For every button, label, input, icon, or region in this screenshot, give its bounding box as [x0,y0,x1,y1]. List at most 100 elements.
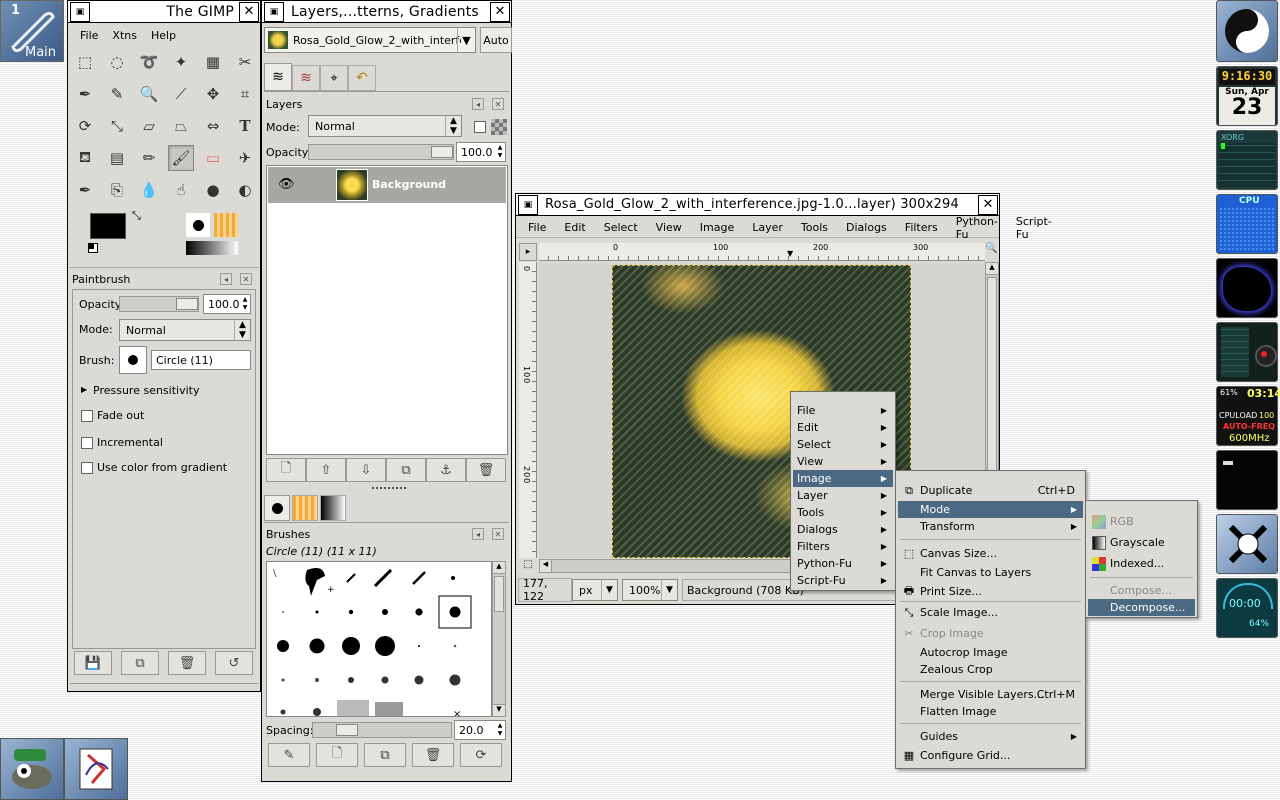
fuzzy-select-tool-icon[interactable]: ✦ [168,49,194,75]
scale-image-item[interactable]: ⤡ Scale Image... [898,604,1083,621]
merge-visible-item[interactable]: Merge Visible Layers... Ctrl+M [898,686,1083,703]
menu-image[interactable]: Image [688,221,740,234]
context-menu-file[interactable]: File ▶ [793,402,893,419]
canvas-size-item[interactable]: ⬚ Canvas Size... [898,545,1083,562]
panel-menu-icon[interactable]: ◂ [472,98,484,110]
pattern-preview[interactable] [214,213,238,237]
layer-mode-select[interactable]: Normal ▲ ▼ [308,115,462,137]
window-menu-icon[interactable]: ▣ [518,194,538,215]
scale-tool-icon[interactable]: ⤡ [104,113,130,139]
convolve-tool-icon[interactable]: 💧 [136,177,162,203]
context-menu-layer[interactable]: Layer ▶ [793,487,893,504]
context-menu-filters[interactable]: Filters ▶ [793,538,893,555]
opacity-slider[interactable] [119,296,199,312]
spacing-spinbox[interactable]: 20.0 ▲ ▼ [454,720,506,740]
print-size-item[interactable]: 🖶 Print Size... [898,583,1083,600]
gradient-preview[interactable] [186,241,238,255]
expander-arrow-icon[interactable]: ▶ [81,385,87,394]
delete-layer-button[interactable]: 🗑 [466,458,506,482]
menu-dialogs[interactable]: Dialogs [834,221,893,234]
autocrop-item[interactable]: Autocrop Image [898,644,1083,661]
reset-options-button[interactable]: ↺ [215,651,253,675]
image-titlebar[interactable]: ▣ Rosa_Gold_Glow_2_with_interference.jpg… [516,194,999,216]
panel-menu-icon[interactable]: ◂ [220,273,232,285]
use-gradient-checkbox[interactable] [81,462,93,474]
mode-item[interactable]: Mode ▶ [898,501,1083,518]
new-layer-button[interactable]: 🗋 [266,458,306,482]
menu-python-fu[interactable]: Python-Fu [944,215,1004,241]
refresh-brushes-button[interactable]: ⟳ [460,743,502,767]
fit-canvas-item[interactable]: Fit Canvas to Layers [898,564,1083,581]
brush-scrollbar[interactable]: ▲ ▼ [492,561,506,717]
unit-select[interactable]: px ▼ [572,579,618,601]
ellipse-select-tool-icon[interactable]: ◌ [104,49,130,75]
horizontal-ruler[interactable]: 0 100 200 300 ▼ [539,243,985,261]
rect-select-tool-icon[interactable]: ⬚ [72,49,98,75]
eraser-tool-icon[interactable]: ▭ [200,145,226,171]
layer-opacity-spinbox[interactable]: 100.0 ▲ ▼ [456,142,506,162]
menu-xtns[interactable]: Xtns [104,29,143,42]
layer-list[interactable]: 👁 Background [266,165,508,455]
mode-select[interactable]: Normal ▲ ▼ [119,319,251,341]
window-menu-icon[interactable]: ▣ [70,1,90,22]
blend-tool-icon[interactable]: ▤ [104,145,130,171]
rgb-item[interactable]: RGB [1088,513,1195,530]
move-tool-icon[interactable]: ✥ [200,81,226,107]
edit-brush-button[interactable]: ✎ [268,743,310,767]
text-tool-icon[interactable]: T [232,113,258,139]
workspace-pager[interactable]: 1 Main [0,0,64,62]
shear-tool-icon[interactable]: ▱ [136,113,162,139]
tab-layers[interactable]: ≋ [264,63,292,91]
pressure-sensitivity-expander[interactable]: Pressure sensitivity [93,384,199,397]
menu-file[interactable]: File [516,221,552,234]
delete-brush-button[interactable]: 🗑 [412,743,454,767]
toolbox-titlebar[interactable]: ▣ The GIMP ✕ [68,1,260,23]
panel-menu-icon[interactable]: ◂ [472,528,484,540]
zoom-button[interactable]: 🔍 [985,243,999,261]
tab-channels[interactable]: ≋ [292,65,320,91]
dock-mixer[interactable] [1216,322,1278,382]
rotate-tool-icon[interactable]: ⟳ [72,113,98,139]
menu-view[interactable]: View [644,221,688,234]
compose-item[interactable]: Compose... [1088,582,1195,599]
brush-preview[interactable] [186,213,210,237]
layers-dock-titlebar[interactable]: ▣ Layers,...tterns, Gradients ✕ [262,1,511,23]
duplicate-layer-button[interactable]: ⧉ [386,458,426,482]
tab-undo[interactable]: ↶ [348,65,376,91]
layer-row[interactable]: 👁 Background [268,167,506,203]
menu-script-fu[interactable]: Script-Fu [1004,215,1058,241]
panel-close-icon[interactable]: ✕ [492,528,504,540]
opacity-spinbox[interactable]: 100.0 ▲ ▼ [203,294,251,314]
crop-image-item[interactable]: ✂ Crop Image [898,625,1083,642]
context-menu-dialogs[interactable]: Dialogs ▶ [793,521,893,538]
swap-colors-icon[interactable]: ⤡ [132,209,141,223]
brush-grid[interactable]: \ + × [266,561,492,717]
dodge-burn-tool-icon[interactable]: ● [200,177,226,203]
menu-file[interactable]: File [68,29,104,42]
decompose-item[interactable]: Decompose... [1088,599,1195,616]
brush-name-field[interactable]: Circle (11) [151,350,251,370]
close-icon[interactable]: ✕ [978,194,998,215]
panel-close-icon[interactable]: ✕ [492,98,504,110]
zealous-crop-item[interactable]: Zealous Crop [898,661,1083,678]
measure-tool-icon[interactable]: ⟋ [168,81,194,107]
context-menu-image[interactable]: Image ▶ [793,470,893,487]
context-menu-view[interactable]: View ▶ [793,453,893,470]
close-icon[interactable]: ✕ [239,1,259,22]
transform-item[interactable]: Transform ▶ [898,518,1083,535]
eye-icon[interactable]: 👁 [278,177,295,192]
save-options-button[interactable]: 💾 [74,651,112,675]
tab-paths[interactable]: ⌖ [320,65,348,91]
indexed-item[interactable]: Indexed... [1088,555,1195,572]
default-colors-icon[interactable] [88,243,98,253]
menu-layer[interactable]: Layer [740,221,789,234]
paths-tool-icon[interactable]: ✒ [72,81,98,107]
crop-tool-icon[interactable]: ⌗ [232,81,258,107]
color-picker-tool-icon[interactable]: ✎ [104,81,130,107]
quick-mask-button[interactable]: ⬚ [519,559,537,573]
flip-tool-icon[interactable]: ⇔ [200,113,226,139]
menu-arrow-button[interactable]: ▸ [519,243,537,261]
scissors-tool-icon[interactable]: ✂ [232,49,258,75]
vertical-ruler[interactable]: 0 100 200 [519,262,537,558]
zoom-tool-icon[interactable]: 🔍 [136,81,162,107]
